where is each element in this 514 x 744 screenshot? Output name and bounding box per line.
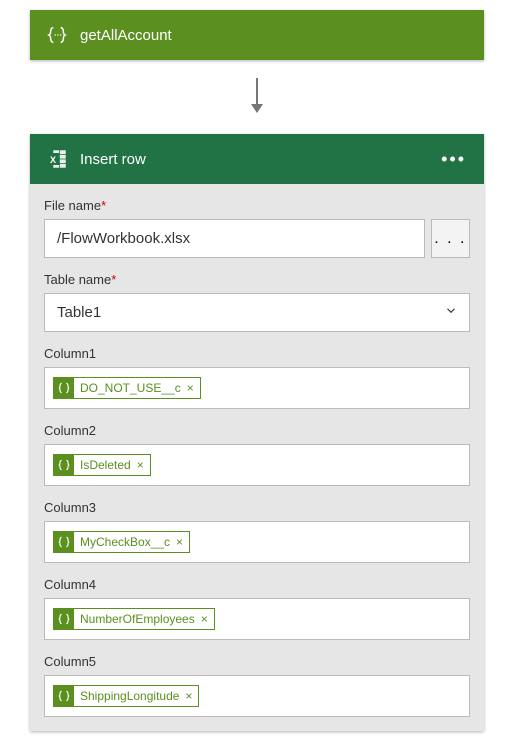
braces-icon (54, 532, 74, 552)
file-name-input[interactable] (44, 219, 425, 258)
column5-input[interactable]: ShippingLongitude × (44, 675, 470, 717)
trigger-header: getAllAccount (30, 10, 484, 60)
column1-input[interactable]: DO_NOT_USE__c × (44, 367, 470, 409)
table-name-select[interactable]: Table1 (44, 293, 470, 332)
file-browse-button[interactable]: . . . (431, 219, 470, 258)
token-remove-button[interactable]: × (185, 381, 200, 395)
action-card: X Insert row ••• File name* . . . Table … (30, 134, 484, 731)
file-name-label: File name* (44, 198, 470, 213)
dynamic-content-token[interactable]: IsDeleted × (53, 454, 151, 476)
token-label: IsDeleted (80, 458, 135, 472)
column4-input[interactable]: NumberOfEmployees × (44, 598, 470, 640)
column-label: Column3 (44, 500, 470, 515)
file-name-label-text: File name (44, 198, 101, 213)
excel-icon: X (44, 146, 70, 172)
table-name-label: Table name* (44, 272, 470, 287)
dynamic-content-token[interactable]: ShippingLongitude × (53, 685, 199, 707)
action-body: File name* . . . Table name* Table1 Colu… (30, 184, 484, 731)
column-label: Column1 (44, 346, 470, 361)
token-remove-button[interactable]: × (199, 612, 214, 626)
dynamic-content-token[interactable]: MyCheckBox__c × (53, 531, 190, 553)
dynamic-content-token[interactable]: NumberOfEmployees × (53, 608, 215, 630)
svg-text:X: X (50, 155, 56, 165)
trigger-card[interactable]: getAllAccount (30, 10, 484, 60)
column-label: Column4 (44, 577, 470, 592)
braces-icon (54, 609, 74, 629)
token-label: DO_NOT_USE__c (80, 381, 185, 395)
connector-arrow (0, 60, 514, 124)
action-title: Insert row (80, 151, 437, 168)
trigger-title: getAllAccount (80, 27, 470, 44)
column3-input[interactable]: MyCheckBox__c × (44, 521, 470, 563)
table-name-label-text: Table name (44, 272, 111, 287)
column-label: Column5 (44, 654, 470, 669)
column-label: Column2 (44, 423, 470, 438)
action-menu-button[interactable]: ••• (437, 149, 470, 170)
token-remove-button[interactable]: × (183, 689, 198, 703)
token-remove-button[interactable]: × (135, 458, 150, 472)
braces-icon (54, 455, 74, 475)
required-asterisk: * (111, 272, 116, 287)
column2-input[interactable]: IsDeleted × (44, 444, 470, 486)
token-label: NumberOfEmployees (80, 612, 199, 626)
table-name-value: Table1 (57, 304, 101, 321)
braces-icon (44, 22, 70, 48)
token-label: ShippingLongitude (80, 689, 183, 703)
braces-icon (54, 686, 74, 706)
token-remove-button[interactable]: × (174, 535, 189, 549)
braces-icon (54, 378, 74, 398)
action-header[interactable]: X Insert row ••• (30, 134, 484, 184)
required-asterisk: * (101, 198, 106, 213)
dynamic-content-token[interactable]: DO_NOT_USE__c × (53, 377, 201, 399)
token-label: MyCheckBox__c (80, 535, 174, 549)
